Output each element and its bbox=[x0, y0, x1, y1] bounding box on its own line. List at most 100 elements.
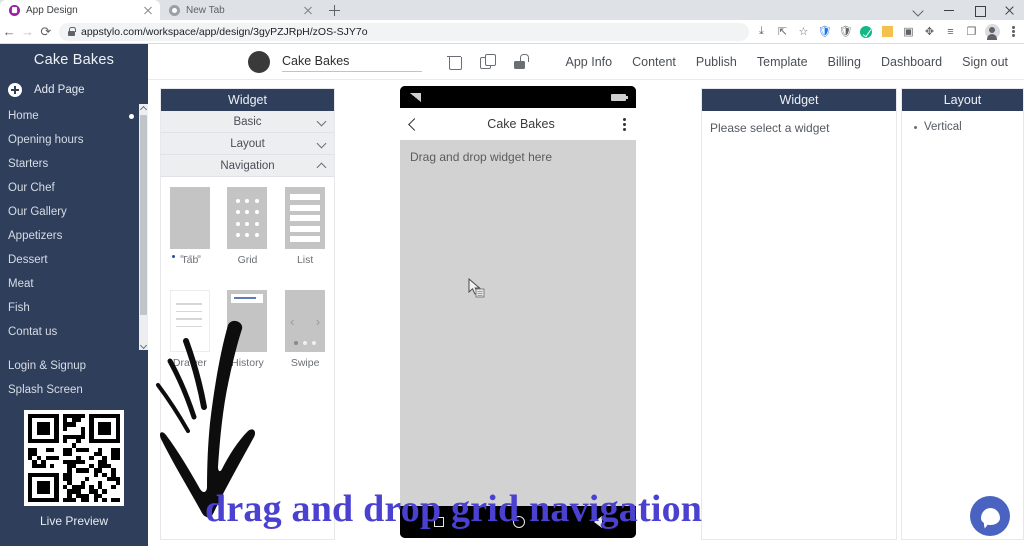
sidebar-item-label: Meat bbox=[8, 278, 34, 290]
duplicate-icon[interactable] bbox=[479, 53, 496, 70]
chat-bubble-button[interactable] bbox=[970, 496, 1010, 536]
widget-swipe[interactable]: ‹ › Swipe bbox=[277, 290, 333, 369]
sidebar-item-meat[interactable]: Meat bbox=[0, 272, 148, 296]
back-icon[interactable]: ← bbox=[0, 20, 18, 44]
unlock-icon[interactable] bbox=[512, 53, 529, 70]
sidebar-item-login-signup[interactable]: Login & Signup bbox=[0, 354, 148, 378]
nav-link-publish[interactable]: Publish bbox=[696, 55, 737, 69]
sidebar-page-list: Home Opening hours Starters Our Chef Our… bbox=[0, 104, 148, 350]
layout-item-vertical[interactable]: Vertical bbox=[910, 121, 1015, 133]
grammarly-icon[interactable] bbox=[856, 20, 877, 44]
nav-link-billing[interactable]: Billing bbox=[828, 55, 861, 69]
nav-link-sign-out[interactable]: Sign out bbox=[962, 55, 1008, 69]
overflow-menu-icon[interactable] bbox=[623, 117, 626, 131]
qr-code bbox=[24, 410, 124, 506]
url-text: appstylo.com/workspace/app/design/3gyPZJ… bbox=[80, 25, 368, 38]
widget-grid[interactable]: Grid bbox=[219, 187, 275, 266]
chrome-favicon-icon bbox=[169, 4, 180, 16]
shield-blue-icon[interactable]: 🛡 bbox=[814, 20, 835, 44]
sidebar-item-starters[interactable]: Starters bbox=[0, 152, 148, 176]
share-icon[interactable]: ⇱ bbox=[772, 20, 793, 44]
scroll-up-arrow-icon[interactable] bbox=[139, 104, 148, 113]
sidebar-item-contact-us[interactable]: Contat us bbox=[0, 320, 148, 344]
minimize-icon[interactable] bbox=[934, 0, 964, 20]
scroll-down-arrow-icon[interactable] bbox=[139, 341, 148, 350]
chat-icon bbox=[980, 507, 1000, 525]
widget-label: Swipe bbox=[290, 357, 320, 369]
sidebar-item-our-chef[interactable]: Our Chef bbox=[0, 176, 148, 200]
sidebar-item-opening-hours[interactable]: Opening hours bbox=[0, 128, 148, 152]
maximize-icon[interactable] bbox=[964, 0, 994, 20]
accordion-navigation[interactable]: Navigation bbox=[161, 155, 334, 177]
grid-dots-icon bbox=[233, 195, 261, 241]
sidebar-item-appetizers[interactable]: Appetizers bbox=[0, 224, 148, 248]
sidebar-item-our-gallery[interactable]: Our Gallery bbox=[0, 200, 148, 224]
scrollbar-thumb[interactable] bbox=[140, 115, 147, 315]
nav-link-dashboard[interactable]: Dashboard bbox=[881, 55, 942, 69]
list-thumb-icon bbox=[285, 187, 326, 249]
app-name-input[interactable] bbox=[282, 51, 422, 72]
recents-square-icon[interactable] bbox=[434, 517, 445, 527]
close-icon[interactable] bbox=[142, 4, 154, 16]
sidebar-scrollbar[interactable] bbox=[139, 104, 148, 350]
live-preview-link[interactable]: Live Preview bbox=[0, 514, 148, 528]
plus-icon bbox=[8, 83, 22, 97]
tab-title: New Tab bbox=[186, 4, 225, 16]
chrome-menu-icon[interactable] bbox=[1003, 20, 1024, 44]
sidebar-item-dessert[interactable]: Dessert bbox=[0, 248, 148, 272]
add-page-button[interactable]: Add Page bbox=[0, 76, 148, 104]
phone-nav-bar bbox=[400, 506, 636, 538]
app-icon-avatar[interactable] bbox=[248, 50, 270, 73]
screenshot-camera-icon[interactable]: ▣ bbox=[898, 20, 919, 44]
sidebar-item-label: Our Gallery bbox=[8, 206, 67, 218]
browser-tab-new-tab[interactable]: New Tab bbox=[160, 0, 320, 20]
yellow-extension-icon[interactable] bbox=[877, 20, 898, 44]
address-bar[interactable]: appstylo.com/workspace/app/design/3gyPZJ… bbox=[58, 22, 749, 41]
bookmark-star-icon[interactable]: ☆ bbox=[793, 20, 814, 44]
widget-label: List bbox=[296, 254, 314, 266]
layout-panel-body: Vertical bbox=[902, 111, 1023, 143]
new-tab-button[interactable] bbox=[324, 0, 344, 20]
forward-icon[interactable]: → bbox=[18, 20, 36, 44]
window-close-icon[interactable] bbox=[994, 0, 1024, 20]
accordion-layout[interactable]: Layout bbox=[161, 133, 334, 155]
puzzle-extensions-icon[interactable]: ✥ bbox=[919, 20, 940, 44]
list-bars-icon bbox=[290, 194, 321, 242]
sidebar-item-home[interactable]: Home bbox=[0, 104, 148, 128]
widget-drawer[interactable]: Drawer bbox=[162, 290, 218, 369]
widget-list[interactable]: List bbox=[277, 187, 333, 266]
phone-preview: Cake Bakes Drag and drop widget here App… bbox=[400, 86, 636, 538]
download-icon[interactable]: ⤓ bbox=[751, 20, 772, 44]
reload-icon[interactable]: ⟳ bbox=[37, 20, 55, 44]
home-circle-icon[interactable] bbox=[512, 516, 525, 528]
sidebar-item-label: Starters bbox=[8, 158, 49, 170]
sidebar-item-fish[interactable]: Fish bbox=[0, 296, 148, 320]
profile-avatar-icon[interactable] bbox=[982, 20, 1003, 44]
widget-history[interactable]: History bbox=[219, 290, 275, 369]
close-icon[interactable] bbox=[302, 4, 314, 16]
sidebar-bottom-links: Login & Signup Splash Screen Live Previe… bbox=[0, 350, 148, 528]
drawer-lines-icon bbox=[175, 303, 202, 328]
sidebar-item-splash-screen[interactable]: Splash Screen bbox=[0, 378, 148, 402]
sidebar-item-our-menu[interactable]: Our Menu bbox=[0, 344, 148, 350]
appstylo-favicon-icon bbox=[9, 4, 20, 16]
add-page-label: Add Page bbox=[34, 84, 85, 96]
widget-tab[interactable]: Tab bbox=[162, 187, 218, 266]
nav-link-content[interactable]: Content bbox=[632, 55, 676, 69]
browser-tab-app-design[interactable]: App Design bbox=[0, 0, 160, 20]
sidebar-item-label: Our Chef bbox=[8, 182, 55, 194]
phone-canvas-dropzone[interactable]: Drag and drop widget here bbox=[400, 140, 636, 506]
nav-link-app-info[interactable]: App Info bbox=[566, 55, 613, 69]
reading-list-icon[interactable]: ≡ bbox=[940, 20, 961, 44]
chevron-down-icon[interactable] bbox=[904, 0, 934, 20]
side-panel-icon[interactable]: ❐ bbox=[961, 20, 982, 44]
shield-dark-icon[interactable]: 🛡 bbox=[835, 20, 856, 44]
widget-label: Grid bbox=[237, 254, 258, 266]
delete-icon[interactable] bbox=[446, 53, 463, 70]
widget-row-1: Tab Grid List bbox=[161, 187, 334, 274]
widget-label: Drawer bbox=[172, 357, 207, 369]
nav-link-template[interactable]: Template bbox=[757, 55, 808, 69]
accordion-basic[interactable]: Basic bbox=[161, 111, 334, 133]
back-triangle-icon[interactable] bbox=[593, 516, 602, 528]
tab-title: App Design bbox=[26, 4, 78, 16]
